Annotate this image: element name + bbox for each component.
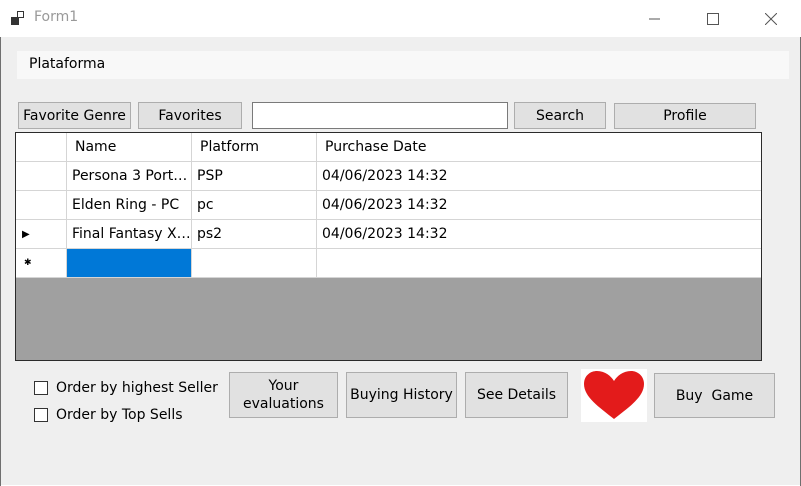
buying-history-button[interactable]: Buying History xyxy=(346,372,457,418)
menu-item-plataforma[interactable]: Plataforma xyxy=(29,56,105,72)
favorite-genre-button[interactable]: Favorite Genre xyxy=(18,102,131,129)
search-input[interactable] xyxy=(252,102,508,129)
cell-platform-new[interactable] xyxy=(192,249,317,278)
cell-name[interactable]: Elden Ring - PC xyxy=(67,191,192,220)
search-button[interactable]: Search xyxy=(514,102,606,129)
cell-purchase-date[interactable]: 04/06/2023 14:32 xyxy=(317,162,761,191)
row-header[interactable] xyxy=(16,162,67,191)
see-details-button[interactable]: See Details xyxy=(465,372,568,418)
app-icon xyxy=(11,11,27,25)
games-data-grid[interactable]: Name Platform Purchase Date Persona 3 Po… xyxy=(15,132,762,361)
cell-platform[interactable]: pc xyxy=(192,191,317,220)
cell-platform[interactable]: PSP xyxy=(192,162,317,191)
profile-button[interactable]: Profile xyxy=(614,103,756,129)
your-evaluations-button[interactable]: Your evaluations xyxy=(229,372,338,418)
order-highest-seller-label[interactable]: Order by highest Seller xyxy=(56,380,218,396)
maximize-button[interactable] xyxy=(684,0,742,37)
order-top-sells-checkbox[interactable] xyxy=(34,408,48,422)
minimize-button[interactable] xyxy=(626,0,684,37)
cell-purchase-date-new[interactable] xyxy=(317,249,761,278)
column-header-purchase-date[interactable]: Purchase Date xyxy=(317,133,761,162)
grid-corner-header[interactable] xyxy=(16,133,67,162)
close-icon xyxy=(765,12,777,25)
column-header-platform[interactable]: Platform xyxy=(192,133,317,162)
window-frame-left xyxy=(0,37,1,486)
row-header[interactable] xyxy=(16,191,67,220)
order-top-sells-label[interactable]: Order by Top Sells xyxy=(56,407,183,423)
menu-bar xyxy=(17,51,789,79)
cell-platform[interactable]: ps2 xyxy=(192,220,317,249)
maximize-icon xyxy=(707,12,719,25)
cell-name-new-selected[interactable] xyxy=(67,249,192,278)
new-row-asterisk-icon[interactable]: ✱ xyxy=(16,249,67,278)
favorites-button[interactable]: Favorites xyxy=(138,102,242,129)
buy-game-button[interactable]: Buy Game xyxy=(654,373,775,418)
close-button[interactable] xyxy=(742,0,800,37)
cell-name[interactable]: Persona 3 Portable xyxy=(67,162,192,191)
order-highest-seller-checkbox[interactable] xyxy=(34,381,48,395)
minimize-icon xyxy=(649,18,660,19)
heart-icon[interactable] xyxy=(581,369,647,422)
column-header-name[interactable]: Name xyxy=(67,133,192,162)
cell-purchase-date[interactable]: 04/06/2023 14:32 xyxy=(317,191,761,220)
window-title: Form1 xyxy=(34,9,79,25)
cell-name[interactable]: Final Fantasy X - ps2 xyxy=(67,220,192,249)
current-row-arrow-icon[interactable]: ▶ xyxy=(16,220,67,249)
cell-purchase-date[interactable]: 04/06/2023 14:32 xyxy=(317,220,761,249)
